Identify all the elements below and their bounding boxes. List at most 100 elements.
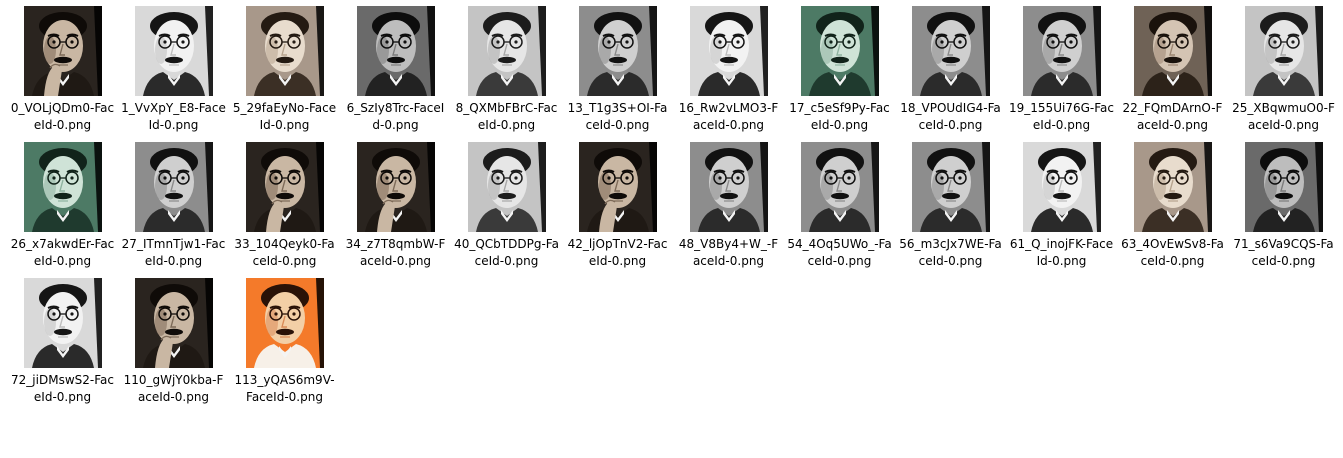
file-item[interactable]: 63_4OvEwSv8-FaceId-0.png xyxy=(1117,140,1228,276)
file-item[interactable]: 33_104Qeyk0-FaceId-0.png xyxy=(229,140,340,276)
file-item[interactable]: 18_VPOUdIG4-FaceId-0.png xyxy=(895,4,1006,140)
file-thumbnail[interactable] xyxy=(1022,6,1101,96)
file-name: 6_SzIy8Trc-FaceId-0.png xyxy=(346,101,445,132)
file-thumbnail[interactable] xyxy=(689,6,768,96)
file-thumbnail[interactable] xyxy=(1244,6,1323,96)
file-name: 34_z7T8qmbW-FaceId-0.png xyxy=(345,237,446,268)
file-name: 1_VvXpY_E8-FaceId-0.png xyxy=(121,101,226,132)
file-name: 33_104Qeyk0-FaceId-0.png xyxy=(234,237,335,268)
file-item[interactable]: 72_jiDMswS2-FaceId-0.png xyxy=(7,276,118,412)
portrait-thumbnail-image xyxy=(134,142,213,232)
file-grid: 0_VOLjQDm0-FaceId-0.png 1_VvXpY_E8-FaceId… xyxy=(7,4,1339,412)
file-item[interactable]: 54_4Oq5UWo_-FaceId-0.png xyxy=(784,140,895,276)
file-thumbnail[interactable] xyxy=(245,142,324,232)
file-thumbnail[interactable] xyxy=(356,142,435,232)
file-thumbnail[interactable] xyxy=(467,142,546,232)
file-item[interactable]: 42_ljOpTnV2-FaceId-0.png xyxy=(562,140,673,276)
portrait-thumbnail-image xyxy=(23,278,102,368)
file-thumbnail[interactable] xyxy=(1133,6,1212,96)
file-item[interactable]: 8_QXMbFBrC-FaceId-0.png xyxy=(451,4,562,140)
file-thumbnail[interactable] xyxy=(1022,142,1101,232)
file-item[interactable]: 25_XBqwmuO0-FaceId-0.png xyxy=(1228,4,1339,140)
portrait-thumbnail-image xyxy=(245,278,324,368)
portrait-thumbnail-image xyxy=(467,142,546,232)
portrait-thumbnail-image xyxy=(1133,142,1212,232)
file-name: 18_VPOUdIG4-FaceId-0.png xyxy=(900,101,1001,132)
portrait-thumbnail-image xyxy=(134,6,213,96)
portrait-thumbnail-image xyxy=(689,6,768,96)
portrait-thumbnail-image xyxy=(1022,142,1101,232)
file-item[interactable]: 6_SzIy8Trc-FaceId-0.png xyxy=(340,4,451,140)
file-name: 5_29faEyNo-FaceId-0.png xyxy=(232,101,337,132)
file-item[interactable]: 34_z7T8qmbW-FaceId-0.png xyxy=(340,140,451,276)
file-thumbnail[interactable] xyxy=(1133,142,1212,232)
file-thumbnail[interactable] xyxy=(23,278,102,368)
portrait-thumbnail-image xyxy=(1022,6,1101,96)
file-name: 8_QXMbFBrC-FaceId-0.png xyxy=(455,101,558,132)
file-name: 22_FQmDArnO-FaceId-0.png xyxy=(1122,101,1223,132)
portrait-thumbnail-image xyxy=(23,6,102,96)
file-item[interactable]: 110_gWjY0kba-FaceId-0.png xyxy=(118,276,229,412)
file-thumbnail[interactable] xyxy=(23,6,102,96)
file-item[interactable]: 5_29faEyNo-FaceId-0.png xyxy=(229,4,340,140)
file-thumbnail[interactable] xyxy=(23,142,102,232)
portrait-thumbnail-image xyxy=(356,6,435,96)
portrait-thumbnail-image xyxy=(1244,6,1323,96)
file-name: 113_yQAS6m9V-FaceId-0.png xyxy=(234,373,335,404)
file-item[interactable]: 71_s6Va9CQS-FaceId-0.png xyxy=(1228,140,1339,276)
portrait-thumbnail-image xyxy=(689,142,768,232)
file-thumbnail[interactable] xyxy=(245,6,324,96)
file-item[interactable]: 17_c5eSf9Py-FaceId-0.png xyxy=(784,4,895,140)
file-item[interactable]: 0_VOLjQDm0-FaceId-0.png xyxy=(7,4,118,140)
file-item[interactable]: 113_yQAS6m9V-FaceId-0.png xyxy=(229,276,340,412)
file-name: 16_Rw2vLMO3-FaceId-0.png xyxy=(678,101,779,132)
file-name: 27_ITmnTjw1-FaceId-0.png xyxy=(121,237,226,268)
file-name: 48_V8By4+W_-FaceId-0.png xyxy=(678,237,779,268)
file-name: 17_c5eSf9Py-FaceId-0.png xyxy=(789,101,890,132)
file-item[interactable]: 26_x7akwdEr-FaceId-0.png xyxy=(7,140,118,276)
file-item[interactable]: 13_T1g3S+OI-FaceId-0.png xyxy=(562,4,673,140)
file-item[interactable]: 19_155Ui76G-FaceId-0.png xyxy=(1006,4,1117,140)
file-item[interactable]: 1_VvXpY_E8-FaceId-0.png xyxy=(118,4,229,140)
file-item[interactable]: 56_m3cJx7WE-FaceId-0.png xyxy=(895,140,1006,276)
file-item[interactable]: 40_QCbTDDPg-FaceId-0.png xyxy=(451,140,562,276)
file-item[interactable]: 22_FQmDArnO-FaceId-0.png xyxy=(1117,4,1228,140)
file-thumbnail[interactable] xyxy=(134,142,213,232)
file-name: 40_QCbTDDPg-FaceId-0.png xyxy=(454,237,559,268)
file-item[interactable]: 27_ITmnTjw1-FaceId-0.png xyxy=(118,140,229,276)
portrait-thumbnail-image xyxy=(911,6,990,96)
file-name: 72_jiDMswS2-FaceId-0.png xyxy=(11,373,114,404)
portrait-thumbnail-image xyxy=(800,6,879,96)
file-thumbnail[interactable] xyxy=(689,142,768,232)
file-thumbnail[interactable] xyxy=(134,278,213,368)
file-item[interactable]: 61_Q_inojFK-FaceId-0.png xyxy=(1006,140,1117,276)
file-name: 13_T1g3S+OI-FaceId-0.png xyxy=(567,101,668,132)
portrait-thumbnail-image xyxy=(467,6,546,96)
file-thumbnail[interactable] xyxy=(245,278,324,368)
portrait-thumbnail-image xyxy=(800,142,879,232)
portrait-thumbnail-image xyxy=(1244,142,1323,232)
file-thumbnail[interactable] xyxy=(578,6,657,96)
file-name: 56_m3cJx7WE-FaceId-0.png xyxy=(899,237,1002,268)
file-thumbnail[interactable] xyxy=(800,6,879,96)
file-thumbnail[interactable] xyxy=(800,142,879,232)
file-thumbnail[interactable] xyxy=(578,142,657,232)
portrait-thumbnail-image xyxy=(23,142,102,232)
file-thumbnail[interactable] xyxy=(467,6,546,96)
file-thumbnail[interactable] xyxy=(911,6,990,96)
file-item[interactable]: 48_V8By4+W_-FaceId-0.png xyxy=(673,140,784,276)
portrait-thumbnail-image xyxy=(1133,6,1212,96)
portrait-thumbnail-image xyxy=(578,6,657,96)
file-thumbnail[interactable] xyxy=(134,6,213,96)
file-thumbnail[interactable] xyxy=(911,142,990,232)
file-thumbnail[interactable] xyxy=(1244,142,1323,232)
file-item[interactable]: 16_Rw2vLMO3-FaceId-0.png xyxy=(673,4,784,140)
file-name: 63_4OvEwSv8-FaceId-0.png xyxy=(1121,237,1224,268)
file-name: 54_4Oq5UWo_-FaceId-0.png xyxy=(787,237,892,268)
portrait-thumbnail-image xyxy=(134,278,213,368)
portrait-thumbnail-image xyxy=(245,6,324,96)
file-name: 61_Q_inojFK-FaceId-0.png xyxy=(1009,237,1114,268)
file-name: 26_x7akwdEr-FaceId-0.png xyxy=(10,237,115,268)
file-thumbnail[interactable] xyxy=(356,6,435,96)
portrait-thumbnail-image xyxy=(578,142,657,232)
